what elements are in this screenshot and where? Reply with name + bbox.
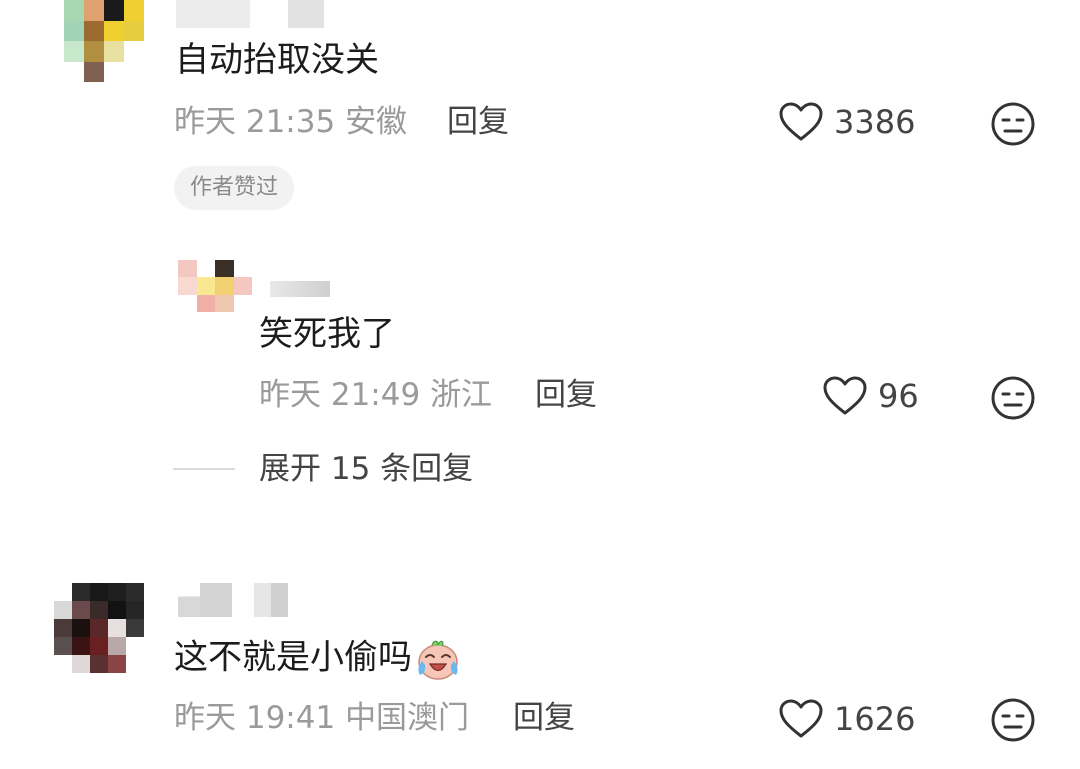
username-redacted[interactable]	[178, 583, 288, 617]
comment-text-body: 这不就是小偷吗	[174, 637, 412, 678]
avatar[interactable]	[44, 0, 144, 82]
avatar[interactable]	[54, 583, 144, 673]
comment-location: 中国澳门	[345, 700, 470, 736]
like-button[interactable]: 3386	[778, 101, 915, 143]
comment-meta: 昨天 21:35 安徽	[174, 103, 407, 141]
reply-button[interactable]: 回复	[535, 376, 597, 414]
like-count: 3386	[834, 103, 916, 141]
dislike-button[interactable]	[990, 697, 1036, 747]
dislike-button[interactable]	[990, 101, 1036, 151]
expand-replies-button[interactable]: 展开 15 条回复	[173, 450, 473, 488]
divider	[173, 468, 235, 470]
crying-laughing-emoji	[418, 640, 458, 680]
heart-outline-icon	[779, 102, 823, 141]
comment-meta: 昨天 19:41 中国澳门	[174, 699, 469, 737]
username-redacted[interactable]	[270, 281, 330, 297]
like-count: 1626	[834, 700, 916, 738]
comment-time: 21:35	[245, 104, 336, 140]
comment-date: 昨天	[174, 104, 236, 140]
comment-date: 昨天	[174, 700, 236, 736]
comment-time: 21:49	[330, 377, 421, 413]
comment-date: 昨天	[259, 377, 321, 413]
neutral-face-icon	[991, 102, 1035, 146]
like-count: 96	[878, 377, 919, 415]
comment-text: 自动抬取没关	[175, 40, 379, 80]
neutral-face-icon	[991, 698, 1035, 742]
comment-time: 19:41	[245, 700, 336, 736]
username-redacted[interactable]	[176, 0, 324, 28]
comment-text: 笑死我了	[259, 314, 395, 354]
like-button[interactable]: 1626	[778, 698, 915, 740]
reply-button[interactable]: 回复	[513, 699, 575, 737]
author-liked-badge: 作者赞过	[174, 166, 295, 210]
comment-location: 安徽	[345, 104, 408, 140]
reply-button[interactable]: 回复	[447, 103, 509, 141]
avatar[interactable]	[178, 260, 252, 312]
comment-location: 浙江	[430, 377, 493, 413]
heart-outline-icon	[823, 376, 867, 415]
comment-text: 这不就是小偷吗	[174, 637, 462, 681]
dislike-button[interactable]	[990, 375, 1036, 425]
neutral-face-icon	[991, 376, 1035, 420]
expand-replies-label: 展开 15 条回复	[259, 451, 474, 487]
comment-meta: 昨天 21:49 浙江	[259, 376, 492, 414]
like-button[interactable]: 96	[822, 375, 919, 417]
heart-outline-icon	[779, 699, 823, 738]
